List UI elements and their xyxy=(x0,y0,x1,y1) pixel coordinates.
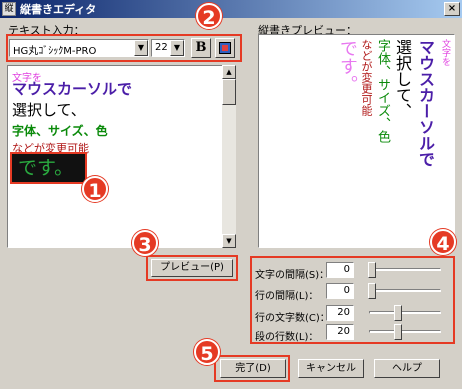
bold-button[interactable]: B xyxy=(191,38,211,58)
char-spacing-slider[interactable] xyxy=(369,268,441,271)
chars-per-line-thumb[interactable] xyxy=(394,305,402,321)
lines-per-column-thumb[interactable] xyxy=(394,324,402,340)
editor-scrollbar[interactable]: ▲ ▼ xyxy=(222,65,236,248)
text-editor[interactable]: 文字を マウスカーソルで 選択して、 字体、サイズ、色 などが変更可能 です。 xyxy=(7,65,235,248)
help-button[interactable]: ヘルプ xyxy=(374,359,440,378)
done-button[interactable]: 完了(D) xyxy=(220,359,286,378)
scroll-down-icon[interactable]: ▼ xyxy=(222,234,236,248)
line-spacing-label: 行の間隔(L)： xyxy=(255,291,319,302)
scroll-up-icon[interactable]: ▲ xyxy=(222,65,236,79)
chars-per-line-input[interactable]: 20 xyxy=(326,305,354,321)
preview-button[interactable]: プレビュー(P) xyxy=(151,259,233,277)
preview-column: などが変更可能 xyxy=(360,39,373,116)
char-spacing-label: 文字の間隔(S)： xyxy=(255,270,330,281)
size-select-value: 22 xyxy=(155,42,168,53)
chevron-down-icon[interactable]: ▼ xyxy=(134,40,148,56)
badge-5: 5 xyxy=(194,339,220,365)
color-swatch xyxy=(222,45,228,51)
close-button[interactable]: × xyxy=(444,2,460,16)
line-spacing-thumb[interactable] xyxy=(368,283,376,299)
chars-per-line-label: 行の文字数(C)： xyxy=(255,313,330,324)
editor-line: 字体、サイズ、色 xyxy=(12,124,108,138)
font-select-value: HG丸ｺﾞｼｯｸM-PRO xyxy=(13,46,97,57)
editor-line: 選択して、 xyxy=(12,101,86,119)
vertical-preview: 文字を マウスカーソルで 選択して、 字体、サイズ、色 などが変更可能 です。 xyxy=(258,34,455,248)
scroll-thumb[interactable] xyxy=(222,79,236,105)
badge-3: 3 xyxy=(132,230,158,256)
badge-1: 1 xyxy=(82,176,108,202)
lines-per-column-input[interactable]: 20 xyxy=(326,324,354,340)
cancel-button[interactable]: キャンセル xyxy=(298,359,364,378)
size-select[interactable]: 22 ▼ xyxy=(151,39,185,57)
app-icon: 縦 xyxy=(2,2,16,16)
preview-column: 選択して、 xyxy=(393,39,412,119)
line-spacing-slider[interactable] xyxy=(369,289,441,292)
badge-4: 4 xyxy=(430,229,456,255)
chevron-down-icon[interactable]: ▼ xyxy=(170,40,184,56)
lines-per-column-label: 段の行数(L)： xyxy=(255,332,319,343)
preview-column: マウスカーソルで xyxy=(416,39,435,167)
preview-column: 文字を xyxy=(440,39,450,66)
title-bar: 縦 縦書きエディタ × xyxy=(0,0,462,18)
lines-per-column-slider[interactable] xyxy=(369,330,441,333)
badge-2: 2 xyxy=(196,3,222,29)
editor-line: マウスカーソルで xyxy=(12,80,133,98)
char-spacing-thumb[interactable] xyxy=(368,262,376,278)
editor-line-selected: です。 xyxy=(10,152,87,184)
window-title: 縦書きエディタ xyxy=(20,3,97,16)
preview-column: です。 xyxy=(337,39,358,93)
font-select[interactable]: HG丸ｺﾞｼｯｸM-PRO ▼ xyxy=(9,39,149,57)
char-spacing-input[interactable]: 0 xyxy=(326,262,354,278)
chars-per-line-slider[interactable] xyxy=(369,311,441,314)
preview-column: 字体、サイズ、色 xyxy=(375,39,390,143)
color-button[interactable] xyxy=(215,38,235,58)
line-spacing-input[interactable]: 0 xyxy=(326,283,354,299)
